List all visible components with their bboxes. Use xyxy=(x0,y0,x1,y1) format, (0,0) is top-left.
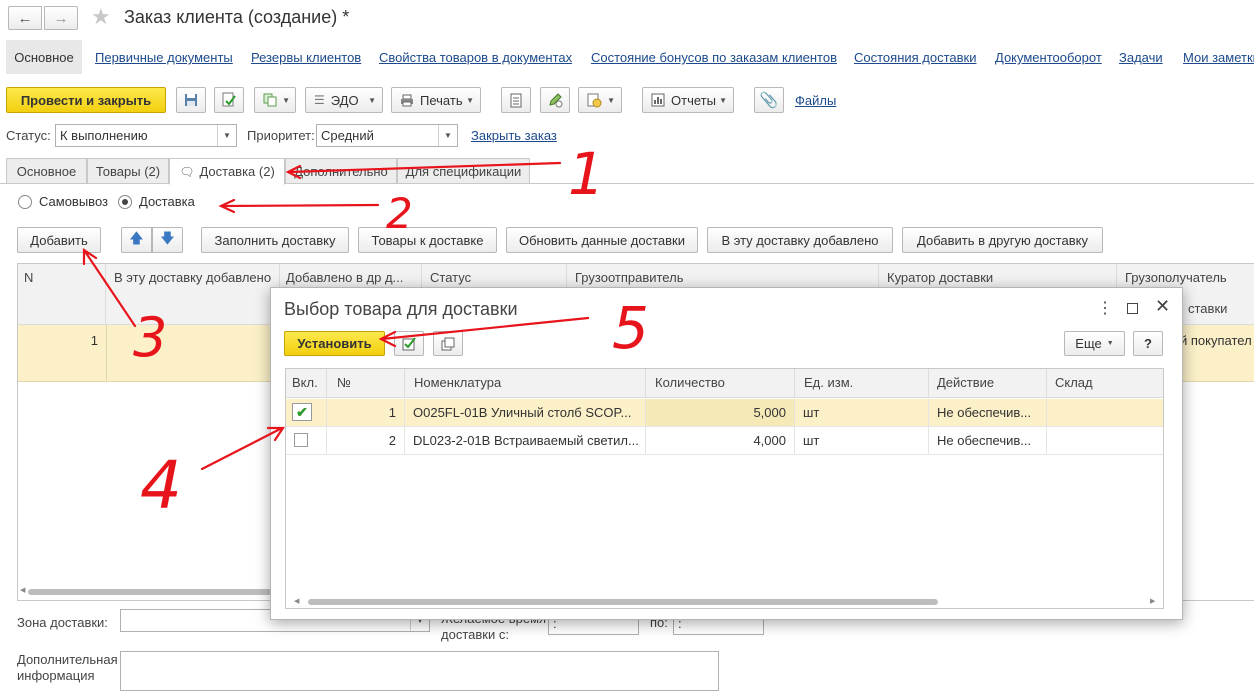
annotation-arrow-4 xyxy=(200,426,286,471)
annotation-number-1: 1 xyxy=(568,140,605,208)
annotation-arrow-1 xyxy=(285,161,562,180)
annotation-number-3: 3 xyxy=(133,306,167,369)
annotation-number-2: 2 xyxy=(386,189,413,238)
annotation-arrow-3 xyxy=(82,247,137,328)
annotation-overlay: 1 2 3 4 5 xyxy=(82,140,649,524)
annotation-number-5: 5 xyxy=(612,294,649,362)
annotation-arrow-5 xyxy=(378,316,590,348)
annotation-number-4: 4 xyxy=(140,447,182,524)
annotation-arrow-2 xyxy=(218,198,380,214)
